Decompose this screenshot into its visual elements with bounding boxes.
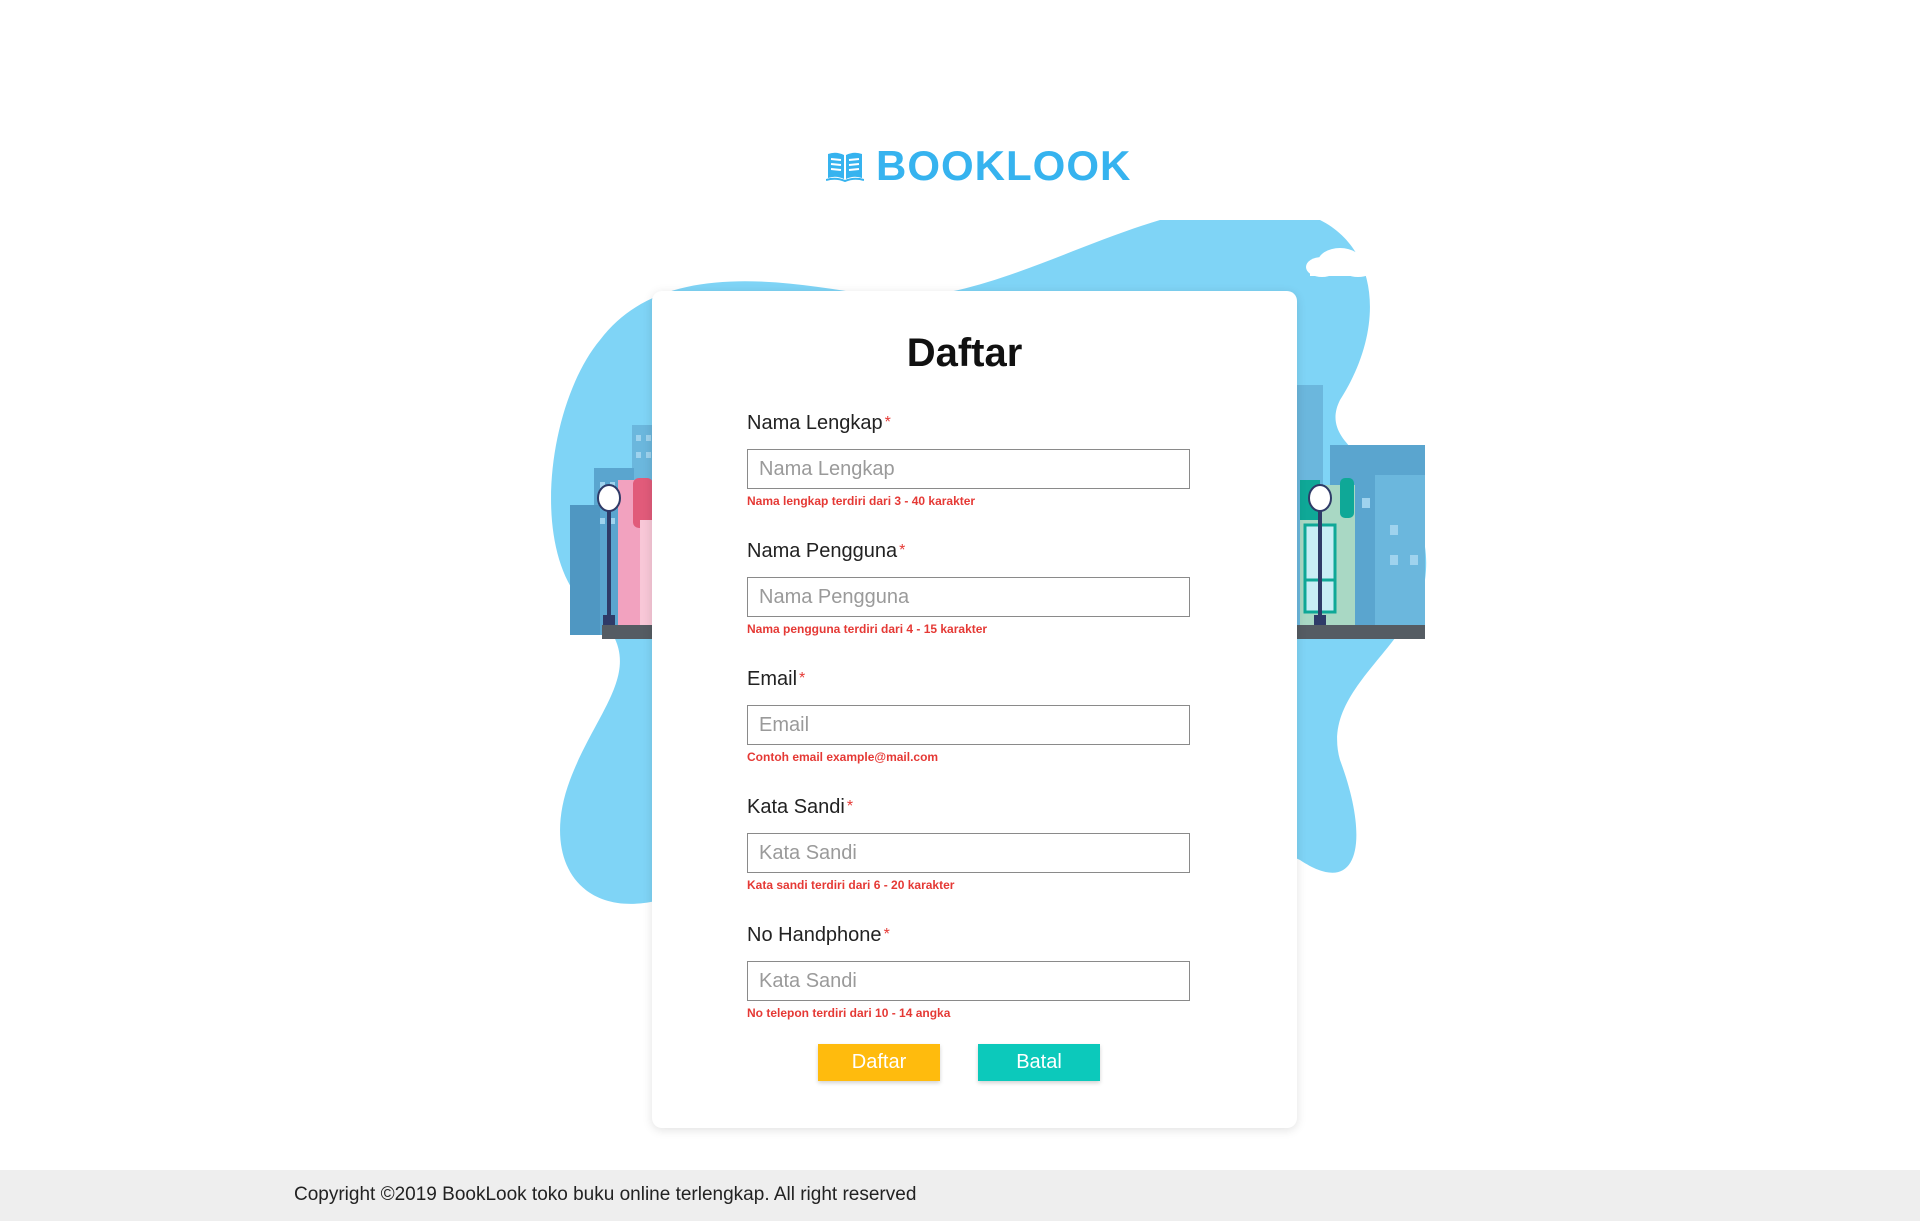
cancel-button[interactable]: Batal [978,1044,1100,1081]
register-button[interactable]: Daftar [818,1044,940,1081]
full-name-hint: Nama lengkap terdiri dari 3 - 40 karakte… [747,494,976,508]
register-card: Daftar Nama Lengkap* Nama lengkap terdir… [652,291,1297,1128]
password-hint: Kata sandi terdiri dari 6 - 20 karakter [747,878,955,892]
email-input[interactable] [747,705,1190,745]
field-label: No Handphone * [747,924,890,946]
email-hint: Contoh email example@mail.com [747,750,939,764]
brand-name: BOOKLOOK [876,142,1132,189]
field-phone: No Handphone* No telepon terdiri dari 10… [747,922,1190,1020]
field-email: Email* Contoh email example@mail.com [747,666,1190,764]
required-marker: * [883,926,890,943]
password-input[interactable] [747,833,1190,873]
field-full-name: Nama Lengkap* Nama lengkap terdiri dari … [747,410,1190,508]
register-page: BOOKLOOK Daftar Nama Lengkap * Nama Leng… [0,0,1920,1221]
username-hint: Nama pengguna terdiri dari 4 - 15 karakt… [747,622,988,636]
required-marker: * [846,798,854,815]
field-label: Nama Lengkap * [747,412,891,434]
full-name-input[interactable] [747,449,1190,489]
required-marker: * [899,542,906,559]
username-input[interactable] [747,577,1190,617]
brand-logo[interactable]: BOOKLOOK [826,142,1131,190]
footer: Copyright ©2019 BookLook toko buku onlin… [0,1170,1920,1221]
book-open-icon [826,150,864,182]
required-marker: * [799,670,806,687]
field-label: Kata Sandi * [747,796,854,818]
phone-input[interactable] [747,961,1190,1001]
form-title: Daftar [906,331,1023,375]
copyright-text: Copyright ©2019 BookLook toko buku onlin… [294,1184,917,1205]
field-password: Kata Sandi * Kata sandi terdiri dari 6 - … [747,794,1190,892]
field-label: Email * [747,668,806,690]
field-username: Nama Pengguna* Nama pengguna terdiri dar… [747,538,1190,636]
required-marker: * [884,414,891,431]
field-label: Nama Pengguna * [747,540,906,562]
phone-hint: No telepon terdiri dari 10 - 14 angka [747,1006,951,1020]
